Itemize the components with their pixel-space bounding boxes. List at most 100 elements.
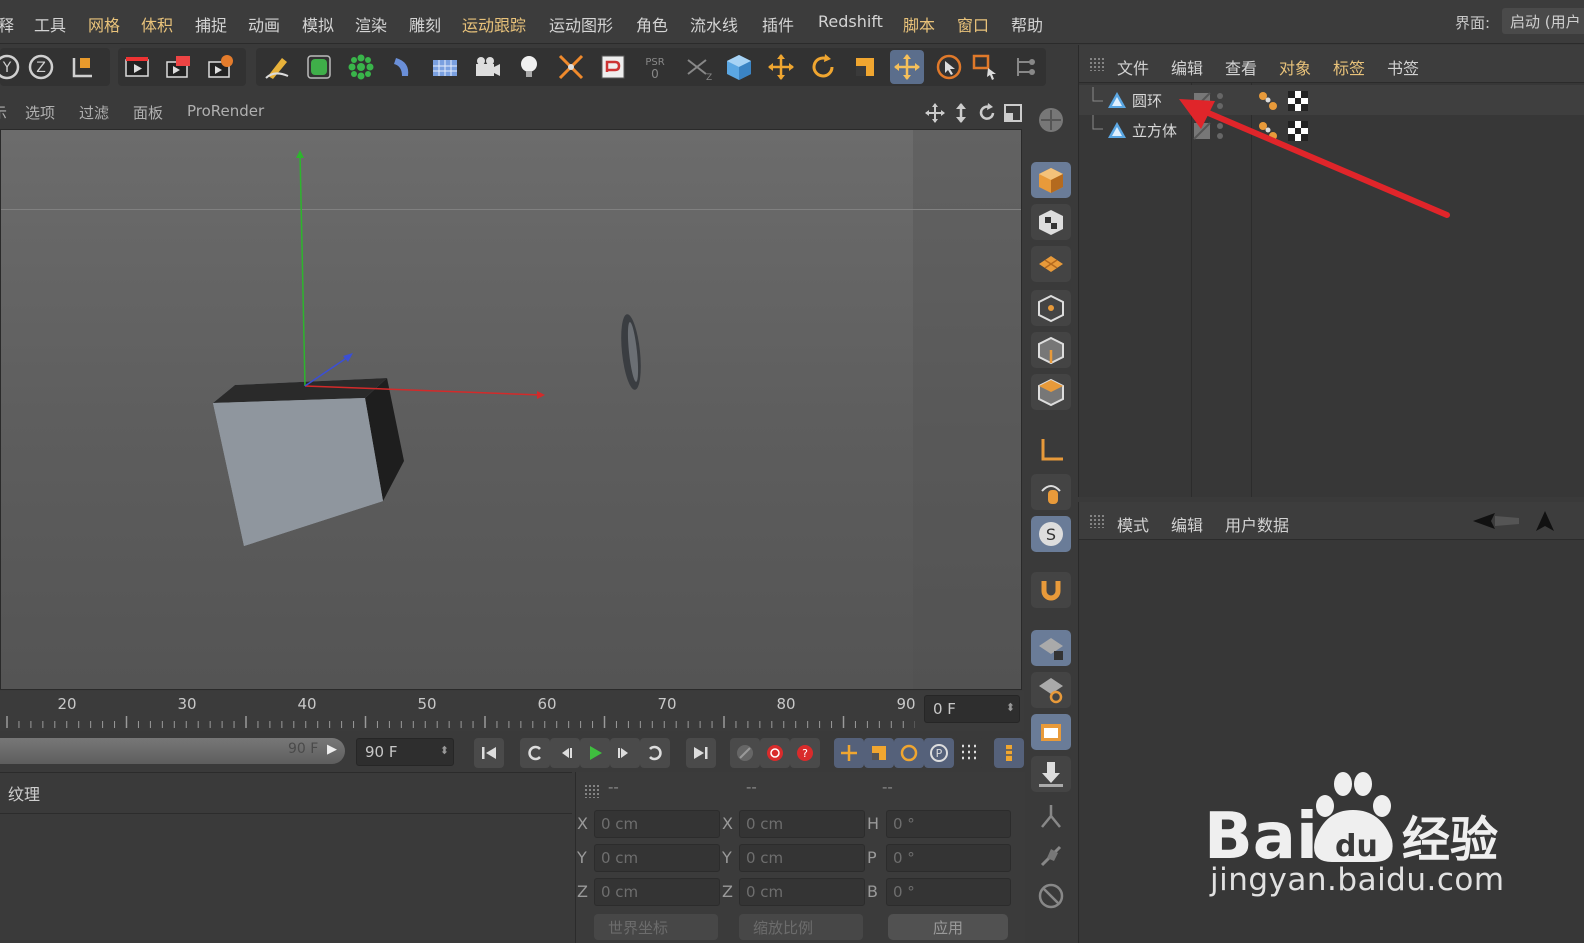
up-arrow-icon[interactable] (1535, 510, 1555, 532)
coord-size-x-field[interactable]: 0 cm (739, 810, 865, 838)
coord-rot-b-field[interactable]: 0 ° (886, 878, 1011, 906)
edges-mode-icon[interactable] (1031, 332, 1071, 368)
tweak-mode-icon[interactable] (1031, 474, 1071, 510)
character-joint-icon[interactable] (1031, 798, 1071, 834)
camera-icon[interactable] (470, 50, 504, 84)
menu-simulate[interactable]: 模拟 (302, 12, 334, 36)
interface-layout-select[interactable]: 启动 (用户 (1502, 8, 1584, 34)
viewport-menu-filter[interactable]: 过滤 (79, 102, 109, 123)
preview-range-slider[interactable]: 90 F ▶ (0, 738, 345, 764)
move-tool-icon[interactable] (764, 50, 798, 84)
texture-mode-icon[interactable] (1031, 204, 1071, 240)
cloner-icon[interactable] (344, 50, 378, 84)
subdivision-surface-icon[interactable] (302, 50, 336, 84)
menu-snap[interactable]: 捕捉 (195, 12, 227, 36)
live-selection-move-icon[interactable] (890, 50, 924, 84)
cube-object-icon[interactable] (722, 50, 756, 84)
menu-character[interactable]: 角色 (636, 12, 668, 36)
floor-grid-icon[interactable] (428, 50, 462, 84)
psr-reset-icon[interactable]: PSR 0 (638, 50, 672, 84)
next-key-icon[interactable] (640, 738, 670, 768)
rotate-tool-icon[interactable] (806, 50, 840, 84)
coord-size-z-field[interactable]: 0 cm (739, 878, 865, 906)
back-arrow-icon[interactable] (1473, 512, 1521, 530)
spinner-arrows-icon[interactable]: ⬍ (1006, 701, 1015, 714)
attr-menu-mode[interactable]: 模式 (1117, 512, 1149, 536)
timeline-window-icon[interactable] (994, 738, 1024, 768)
make-editable-icon[interactable] (1031, 102, 1071, 138)
light-icon[interactable] (512, 50, 546, 84)
grid-snap-disabled-icon[interactable] (1031, 878, 1071, 914)
auto-keying-icon[interactable] (760, 738, 790, 768)
menu-animate[interactable]: 动画 (248, 12, 280, 36)
torus-object-model[interactable] (618, 313, 644, 390)
menu-plugins[interactable]: 插件 (762, 12, 794, 36)
slider-handle-icon[interactable]: ▶ (327, 742, 337, 757)
field-force-icon[interactable] (554, 50, 588, 84)
z-axis-lock-icon[interactable]: Z (24, 50, 58, 84)
render-picture-viewer-icon[interactable] (162, 50, 196, 84)
transform-gizmo[interactable] (296, 150, 545, 399)
coord-pos-z-field[interactable]: 0 cm (594, 878, 720, 906)
attr-menu-user-data[interactable]: 用户数据 (1225, 512, 1289, 536)
sculpt-brush-icon[interactable] (1031, 838, 1071, 874)
menu-render[interactable]: 渲染 (355, 12, 387, 36)
go-to-end-icon[interactable] (686, 738, 716, 768)
deformer-bend-icon[interactable] (386, 50, 420, 84)
render-settings-icon[interactable] (204, 50, 238, 84)
key-position-icon[interactable] (834, 738, 864, 768)
panel-grip-icon[interactable] (1089, 514, 1105, 528)
om-menu-objects[interactable]: 对象 (1279, 55, 1311, 79)
menu-help[interactable]: 帮助 (1011, 12, 1043, 36)
viewport-menu-display[interactable]: 示 (0, 102, 7, 123)
perspective-viewport[interactable] (0, 129, 1022, 690)
coord-size-y-field[interactable]: 0 cm (739, 844, 865, 872)
workplane-rotate-icon[interactable] (1031, 672, 1071, 708)
menu-script[interactable]: 脚本 (903, 12, 935, 36)
menu-redshift[interactable]: Redshift (818, 12, 883, 31)
axis-xyz-icon[interactable]: Z (680, 50, 714, 84)
om-menu-tags[interactable]: 标签 (1333, 55, 1365, 79)
python-tag-icon[interactable] (596, 50, 630, 84)
menu-window[interactable]: 窗口 (957, 12, 989, 36)
polygons-mode-icon[interactable] (1031, 374, 1071, 410)
om-menu-file[interactable]: 文件 (1117, 55, 1149, 79)
om-menu-view[interactable]: 查看 (1225, 55, 1257, 79)
render-view-icon[interactable] (120, 50, 154, 84)
model-mode-icon[interactable] (1031, 162, 1071, 198)
points-mode-icon[interactable] (1031, 290, 1071, 326)
menu-sculpt[interactable]: 雕刻 (409, 12, 441, 36)
next-frame-icon[interactable] (610, 738, 640, 768)
coord-rot-p-field[interactable]: 0 ° (886, 844, 1011, 872)
menu-mograph[interactable]: 运动图形 (549, 12, 613, 36)
apply-button[interactable]: 应用 (888, 914, 1008, 940)
current-frame-field[interactable]: 0 F ⬍ (924, 695, 1020, 723)
record-keys-icon[interactable] (730, 738, 760, 768)
pen-tool-icon[interactable] (260, 50, 294, 84)
keyframe-selection-icon[interactable]: ? (790, 738, 820, 768)
spinner-arrows-icon[interactable]: ⬍ (440, 744, 449, 757)
coord-pos-x-field[interactable]: 0 cm (594, 810, 720, 838)
render-region-icon[interactable] (1031, 714, 1071, 750)
key-point-level-icon[interactable] (954, 738, 984, 768)
coord-pos-y-field[interactable]: 0 cm (594, 844, 720, 872)
rectangle-selection-icon[interactable] (968, 50, 1002, 84)
object-name[interactable]: 立方体 (1132, 120, 1177, 141)
panel-grip-icon[interactable] (1089, 57, 1105, 71)
selection-cursor-icon[interactable] (932, 50, 966, 84)
object-name[interactable]: 圆环 (1132, 90, 1162, 111)
panel-grip-icon[interactable] (584, 784, 600, 798)
key-parameter-icon[interactable]: P (924, 738, 954, 768)
viewport-menu-prorender[interactable]: ProRender (187, 102, 264, 120)
drop-to-floor-icon[interactable] (1031, 756, 1071, 792)
viewport-toggle-layout-icon[interactable] (1002, 102, 1024, 124)
solo-mode-icon[interactable]: S (1031, 516, 1071, 552)
scale-tool-icon[interactable] (848, 50, 882, 84)
coordinate-system-icon[interactable] (66, 50, 100, 84)
menu-mesh[interactable]: 网格 (88, 12, 120, 36)
coord-system-dropdown[interactable]: 世界坐标 (594, 914, 718, 940)
viewport-zoom-icon[interactable] (950, 102, 972, 124)
key-scale-icon[interactable] (864, 738, 894, 768)
viewport-rotate-icon[interactable] (976, 102, 998, 124)
om-menu-edit[interactable]: 编辑 (1171, 55, 1203, 79)
